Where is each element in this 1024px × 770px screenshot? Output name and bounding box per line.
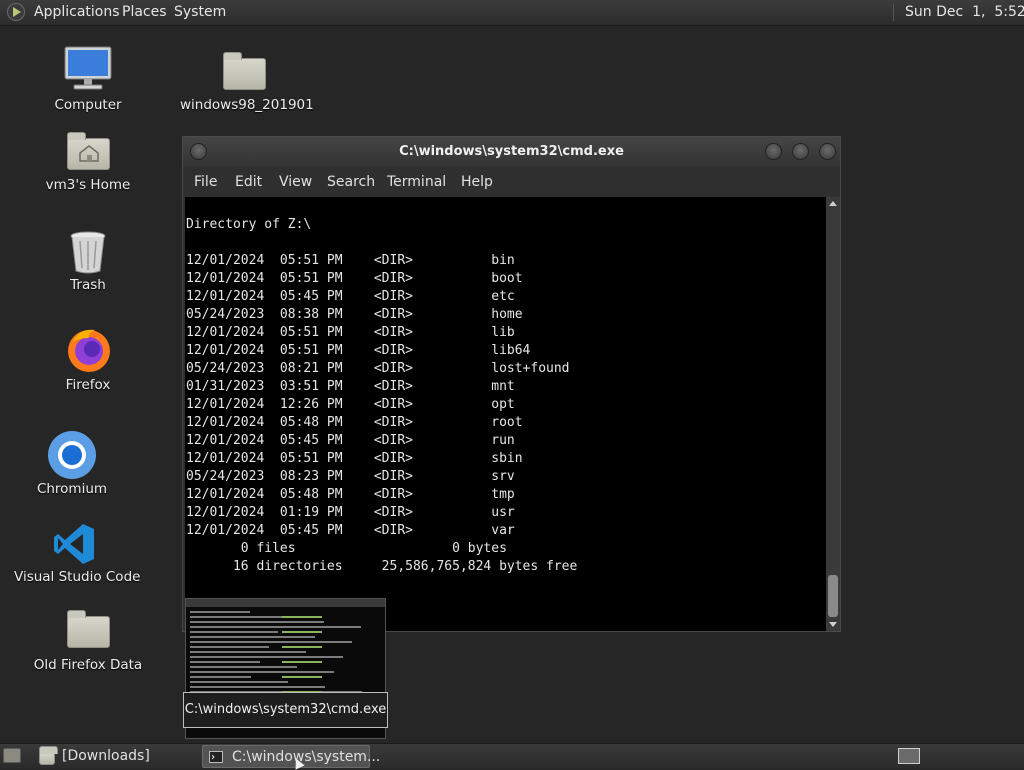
clock[interactable]: Sun Dec 1, 5:52 PM	[905, 0, 1024, 25]
trash-icon	[70, 231, 106, 274]
terminal-icon	[209, 751, 223, 763]
chromium-icon	[48, 431, 96, 479]
desktop-icon-chromium[interactable]: Chromium	[24, 430, 120, 500]
scrollbar[interactable]	[826, 197, 840, 631]
desktop-icon-home[interactable]: vm3's Home	[40, 128, 136, 198]
directory-entry: 05/24/2023 08:21 PM <DIR> lost+found	[186, 361, 570, 376]
scroll-up-arrow-icon[interactable]	[829, 201, 837, 206]
desktop-icon-trash[interactable]: Trash	[40, 228, 136, 298]
menu-edit[interactable]: Edit	[235, 167, 262, 197]
terminal-menubar: File Edit View Search Terminal Help	[183, 167, 840, 197]
desktop-icon-label: Old Firefox Data	[33, 657, 143, 673]
directory-entry: 12/01/2024 05:51 PM <DIR> sbin	[186, 451, 523, 466]
directory-entry: 12/01/2024 01:19 PM <DIR> usr	[186, 505, 515, 520]
taskbar-item-label: [Downloads]	[62, 748, 150, 764]
desktop-icon-vscode[interactable]: Visual Studio Code	[14, 520, 141, 590]
summary-directories: 16 directories 25,586,765,824 bytes free	[186, 559, 578, 574]
computer-icon	[64, 46, 112, 90]
taskbar-item-cmd[interactable]: C:\windows\system...	[202, 745, 380, 768]
minimize-button[interactable]	[765, 143, 782, 160]
scroll-down-arrow-icon[interactable]	[829, 622, 837, 627]
folder-icon	[223, 52, 266, 90]
top-panel: Applications Places System Sun Dec 1, 5:…	[0, 0, 1024, 26]
menu-terminal[interactable]: Terminal	[387, 167, 446, 197]
desktop-icon-label: vm3's Home	[45, 177, 131, 193]
desktop-icon-label: Chromium	[36, 481, 108, 497]
directory-entry: 12/01/2024 05:48 PM <DIR> tmp	[186, 487, 515, 502]
home-folder-icon	[67, 132, 110, 170]
close-button[interactable]	[819, 143, 836, 160]
desktop-icon-label: Computer	[54, 97, 122, 113]
workspace-switcher[interactable]	[898, 748, 920, 764]
directory-entry: 12/01/2024 05:48 PM <DIR> root	[186, 415, 523, 430]
menu-system[interactable]: System	[174, 0, 226, 25]
directory-entry: 12/01/2024 05:51 PM <DIR> bin	[186, 253, 515, 268]
directory-entry: 05/24/2023 08:23 PM <DIR> srv	[186, 469, 515, 484]
menu-help[interactable]: Help	[461, 167, 493, 197]
maximize-button[interactable]	[792, 143, 809, 160]
scrollbar-thumb[interactable]	[828, 575, 838, 617]
panel-separator	[893, 4, 894, 21]
directory-entry: 12/01/2024 12:26 PM <DIR> opt	[186, 397, 515, 412]
desktop-icon-computer[interactable]: Computer	[40, 44, 136, 118]
desktop-icon-label: Trash	[70, 277, 106, 293]
desktop-icon-firefox[interactable]: Firefox	[40, 326, 136, 396]
directory-entry: 12/01/2024 05:45 PM <DIR> run	[186, 433, 515, 448]
menu-view[interactable]: View	[279, 167, 312, 197]
taskbar-tooltip: C:\windows\system32\cmd.exe	[183, 692, 388, 728]
summary-files: 0 files 0 bytes	[186, 541, 507, 556]
directory-entry: 05/24/2023 08:38 PM <DIR> home	[186, 307, 523, 322]
vscode-icon	[54, 524, 94, 564]
window-title: C:\windows\system32\cmd.exe	[399, 144, 624, 159]
house-icon	[79, 145, 99, 162]
bottom-panel: [Downloads] C:\windows\system...	[0, 743, 1024, 769]
menu-applications[interactable]: Applications	[34, 0, 120, 25]
directory-entry: 01/31/2023 03:51 PM <DIR> mnt	[186, 379, 515, 394]
desktop-icon-label: Visual Studio Code	[14, 569, 141, 585]
folder-icon	[67, 610, 110, 648]
taskbar-item-downloads[interactable]: [Downloads]	[33, 745, 198, 768]
terminal-window[interactable]: C:\windows\system32\cmd.exe File Edit Vi…	[182, 136, 841, 632]
desktop-icon-old-firefox-data[interactable]: Old Firefox Data	[28, 608, 148, 678]
directory-entry: 12/01/2024 05:51 PM <DIR> boot	[186, 271, 523, 286]
terminal-output[interactable]: Directory of Z:\ 12/01/2024 05:51 PM <DI…	[185, 197, 826, 631]
show-desktop-icon[interactable]	[3, 748, 21, 763]
distro-logo-icon[interactable]	[7, 3, 25, 21]
window-titlebar[interactable]: C:\windows\system32\cmd.exe	[183, 137, 840, 167]
menu-file[interactable]: File	[194, 167, 217, 197]
directory-entry: 12/01/2024 05:51 PM <DIR> lib64	[186, 343, 531, 358]
desktop-icon-label: Firefox	[65, 377, 111, 393]
directory-header: Directory of Z:\	[186, 217, 312, 232]
firefox-icon	[68, 329, 110, 372]
directory-entry: 12/01/2024 05:51 PM <DIR> lib	[186, 325, 515, 340]
folder-icon	[39, 746, 58, 765]
menu-search[interactable]: Search	[327, 167, 375, 197]
directory-entry: 12/01/2024 05:45 PM <DIR> var	[186, 523, 515, 538]
desktop-icon-label: windows98_201901	[180, 97, 314, 113]
directory-entry: 12/01/2024 05:45 PM <DIR> etc	[186, 289, 515, 304]
desktop-icon-windows98-folder[interactable]: windows98_201901	[180, 44, 314, 118]
menu-places[interactable]: Places	[122, 0, 167, 25]
taskbar-item-label: C:\windows\system...	[232, 749, 381, 765]
